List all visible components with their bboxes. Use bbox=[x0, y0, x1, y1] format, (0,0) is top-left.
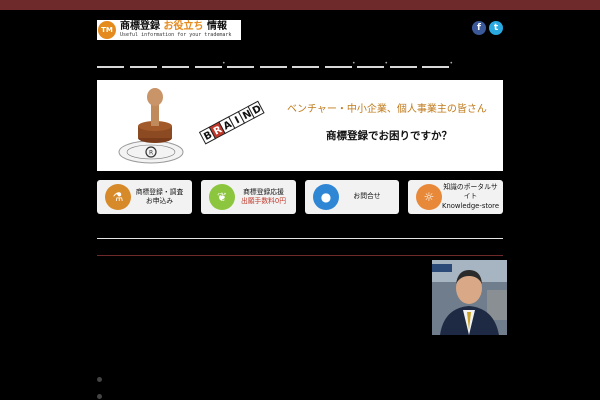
nav-item[interactable] bbox=[129, 66, 157, 68]
profile-photo bbox=[432, 260, 507, 335]
registration-support-button[interactable]: ❦ 商標登録応援 出願手数料0円 bbox=[201, 180, 296, 214]
hero-banner[interactable]: R B R A I N D ベンチャー・中小企業、個人事業主の皆さん 商標登録で… bbox=[97, 80, 503, 171]
contact-button[interactable]: ● お問合せ bbox=[305, 180, 399, 214]
nav-item[interactable] bbox=[162, 66, 189, 68]
divider bbox=[97, 238, 503, 239]
banner-tagline: ベンチャー・中小企業、個人事業主の皆さん bbox=[287, 104, 487, 115]
twitter-icon[interactable]: t bbox=[489, 21, 503, 35]
braid-tiles-image: B R A I N D bbox=[198, 100, 265, 145]
nav-item[interactable]: • bbox=[422, 60, 453, 68]
nav-item[interactable]: • bbox=[324, 60, 356, 68]
nav-item[interactable] bbox=[259, 66, 287, 68]
lamp-icon: ☼ bbox=[416, 184, 442, 210]
divider bbox=[97, 255, 503, 256]
nav-item[interactable] bbox=[389, 66, 417, 68]
facebook-icon[interactable]: f bbox=[472, 21, 486, 35]
dropdown-indicator-icon: • bbox=[221, 60, 226, 67]
top-bar bbox=[0, 0, 600, 10]
logo-mark-icon: TM bbox=[98, 21, 116, 39]
logo-subtitle: Useful information for your trademark bbox=[120, 32, 232, 38]
list-bullet-icon bbox=[97, 394, 102, 399]
logo-title: 商標登録 お役立ち 情報 bbox=[120, 21, 227, 32]
main-nav: • • • • bbox=[97, 60, 455, 68]
nav-item[interactable] bbox=[227, 66, 254, 68]
dropdown-indicator-icon: • bbox=[351, 60, 356, 67]
dropdown-indicator-icon: • bbox=[384, 60, 388, 67]
nav-item[interactable] bbox=[292, 66, 319, 68]
flask-icon: ⚗ bbox=[105, 184, 131, 210]
apply-registration-button[interactable]: ⚗ 商標登録・調査 お申込み bbox=[97, 180, 192, 214]
stamp-image: R bbox=[118, 88, 184, 164]
list-bullet-icon bbox=[97, 377, 102, 382]
svg-text:R: R bbox=[149, 150, 153, 157]
globe-icon: ● bbox=[313, 184, 339, 210]
banner-headline: 商標登録でお困りですか？ bbox=[326, 130, 452, 142]
nav-item[interactable]: • bbox=[194, 60, 226, 68]
knowledge-portal-button[interactable]: ☼ 知識のポータルサイト Knowledge-store bbox=[408, 180, 503, 214]
nav-item[interactable]: • bbox=[357, 60, 388, 68]
leaf-icon: ❦ bbox=[209, 184, 235, 210]
nav-item[interactable] bbox=[97, 66, 124, 68]
dropdown-indicator-icon: • bbox=[449, 60, 453, 67]
site-logo[interactable]: TM 商標登録 お役立ち 情報 Useful information for y… bbox=[97, 20, 241, 40]
